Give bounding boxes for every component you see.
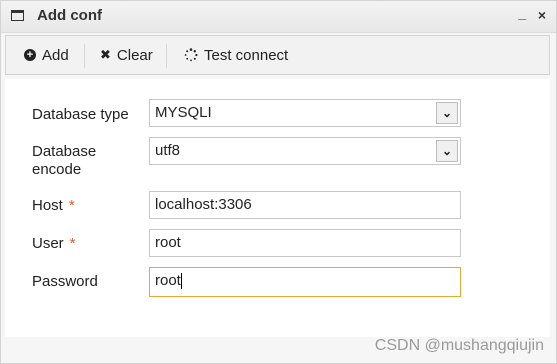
chevron-down-icon[interactable]: ⌄: [436, 102, 458, 124]
window-icon: [11, 10, 24, 21]
dialog-title: Add conf: [37, 7, 102, 24]
spinner-icon: [184, 48, 198, 62]
db-encode-select[interactable]: utf8 ⌄: [149, 137, 461, 165]
plus-circle-icon: +: [24, 49, 36, 61]
add-button[interactable]: + Add: [24, 36, 69, 74]
db-encode-label: Database encode: [32, 143, 97, 178]
user-label: User *: [32, 235, 76, 252]
host-label: Host *: [32, 197, 75, 214]
required-marker: *: [68, 197, 75, 214]
toolbar: + Add ✖ Clear Test connect: [5, 35, 550, 75]
watermark: CSDN @mushangqiujin: [374, 337, 544, 354]
chevron-down-icon[interactable]: ⌄: [436, 140, 458, 162]
password-label: Password: [32, 273, 98, 290]
clear-button[interactable]: ✖ Clear: [100, 36, 153, 74]
db-encode-value: utf8: [155, 142, 181, 159]
clear-button-label: Clear: [116, 46, 153, 64]
required-marker: *: [69, 235, 76, 252]
close-x-icon: ✖: [100, 47, 111, 62]
db-type-value: MYSQLI: [155, 104, 212, 121]
add-conf-dialog: Add conf _ × + Add ✖ Clear Test connect …: [0, 0, 557, 364]
host-input[interactable]: localhost:3306: [149, 191, 461, 219]
title-bar[interactable]: Add conf _ ×: [1, 1, 556, 33]
test-connect-label: Test connect: [204, 46, 289, 64]
text-caret: [180, 273, 182, 290]
db-type-select[interactable]: MYSQLI ⌄: [149, 99, 461, 127]
close-icon[interactable]: ×: [538, 7, 546, 23]
db-type-label: Database type: [32, 106, 129, 123]
user-input[interactable]: root: [149, 229, 461, 257]
password-input[interactable]: root: [149, 267, 461, 297]
test-connect-button[interactable]: Test connect: [184, 36, 288, 74]
toolbar-divider: [84, 44, 85, 68]
toolbar-divider: [166, 44, 167, 68]
add-button-label: Add: [42, 46, 69, 64]
connection-form: Database type MYSQLI ⌄ Database encode u…: [5, 79, 550, 337]
minimize-icon[interactable]: _: [518, 5, 526, 21]
